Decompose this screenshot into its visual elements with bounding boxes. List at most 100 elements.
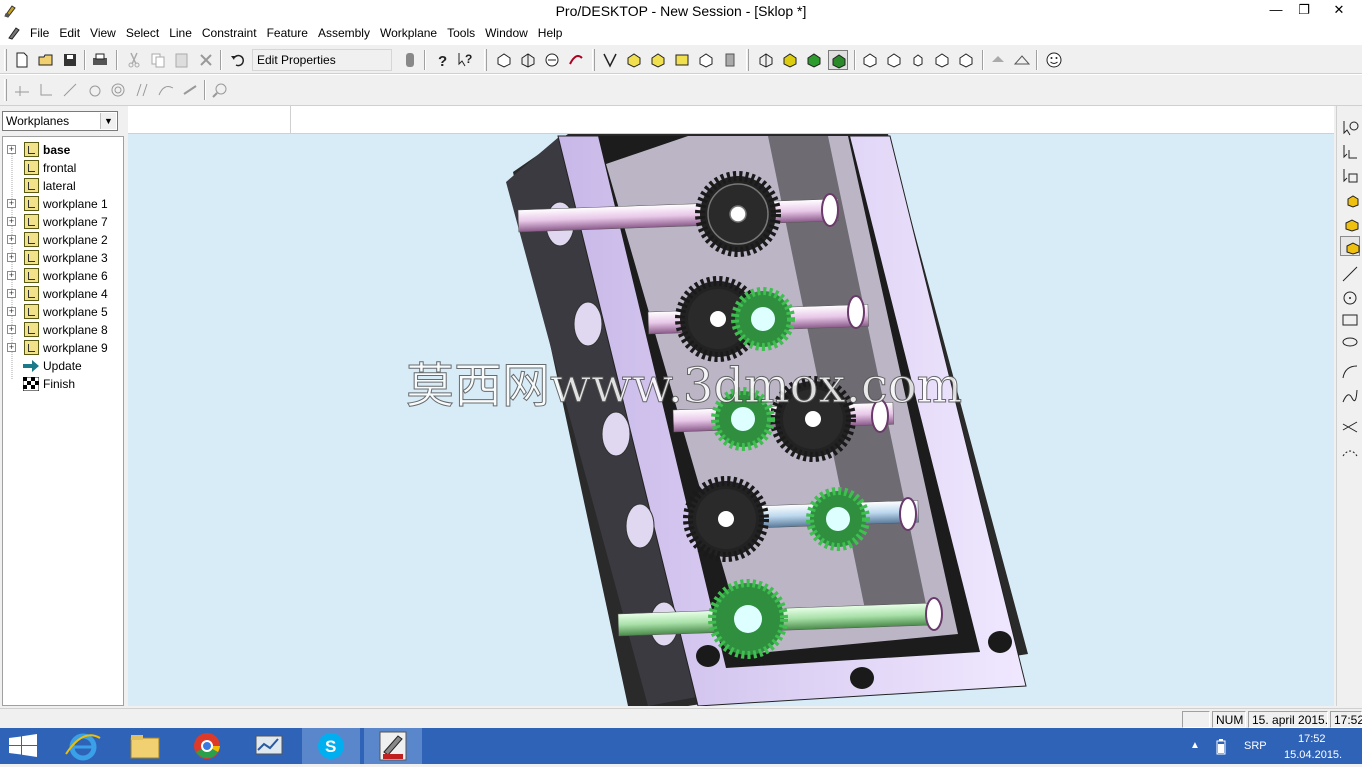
chevron-down-icon[interactable]: ▼ (100, 113, 116, 129)
menu-view[interactable]: View (90, 25, 124, 41)
edit-properties-field[interactable]: Edit Properties (252, 49, 392, 71)
language-indicator[interactable]: SRP (1244, 740, 1267, 752)
tree-item-lateral[interactable]: lateral (3, 177, 123, 195)
help-icon[interactable]: ? (432, 50, 452, 70)
copy-icon[interactable] (148, 50, 168, 70)
tree-item-workplane-5[interactable]: + workplane 5 (3, 303, 123, 321)
tree-item-workplane-2[interactable]: + workplane 2 (3, 231, 123, 249)
view-top-icon[interactable] (884, 50, 904, 70)
new-file-icon[interactable] (12, 50, 32, 70)
save-icon[interactable] (60, 50, 80, 70)
tree-item-workplane-7[interactable]: + workplane 7 (3, 213, 123, 231)
part-tool-icon[interactable] (1340, 214, 1360, 234)
enhanced-icon[interactable] (804, 50, 824, 70)
sketch-tool-icon[interactable] (1340, 166, 1360, 186)
tree-item-workplane-4[interactable]: + workplane 4 (3, 285, 123, 303)
menu-tools[interactable]: Tools (447, 25, 483, 41)
document-menu-icon[interactable] (6, 25, 22, 41)
expand-icon[interactable]: + (7, 289, 16, 298)
expand-icon[interactable]: + (7, 145, 16, 154)
workplanes-dropdown[interactable]: Workplanes ▼ (2, 111, 118, 131)
menu-assembly[interactable]: Assembly (318, 25, 378, 41)
trim-tool-icon[interactable] (1340, 418, 1360, 438)
ellipse-tool-icon[interactable] (1340, 332, 1360, 352)
select-features-icon[interactable] (648, 50, 668, 70)
menu-constraint[interactable]: Constraint (202, 25, 265, 41)
view-iso-icon[interactable] (932, 50, 952, 70)
select-parts-icon[interactable] (672, 50, 692, 70)
select-edges-icon[interactable] (600, 50, 620, 70)
zoom-find-icon[interactable] (210, 80, 230, 100)
tree-item-update[interactable]: Update (3, 357, 123, 375)
constraint-tangent-icon[interactable] (12, 80, 32, 100)
constraint-radius-icon[interactable] (84, 80, 104, 100)
properties-icon[interactable] (400, 50, 420, 70)
start-button[interactable] (0, 728, 46, 764)
view-trimetric-icon[interactable] (956, 50, 976, 70)
menu-select[interactable]: Select (126, 25, 167, 41)
feature-tool-icon[interactable] (1340, 190, 1360, 210)
spline-tool-icon[interactable] (1340, 386, 1360, 406)
tree-item-workplane-1[interactable]: + workplane 1 (3, 195, 123, 213)
tree-item-workplane-6[interactable]: + workplane 6 (3, 267, 123, 285)
expand-icon[interactable]: + (7, 271, 16, 280)
light-icon[interactable] (1012, 50, 1032, 70)
expand-icon[interactable]: + (7, 343, 16, 352)
smiley-icon[interactable] (1044, 50, 1064, 70)
select-components-icon[interactable] (696, 50, 716, 70)
constraint-perpendicular-icon[interactable] (36, 80, 56, 100)
shadow-icon[interactable] (988, 50, 1008, 70)
expand-icon[interactable]: + (7, 235, 16, 244)
open-folder-icon[interactable] (36, 50, 56, 70)
gearbox-model[interactable]: 莫西网www.3dmox.com (128, 134, 1334, 706)
tree-item-workplane-9[interactable]: + workplane 9 (3, 339, 123, 357)
menu-line[interactable]: Line (169, 25, 200, 41)
maximize-button[interactable]: ❐ (1290, 0, 1318, 22)
minimize-button[interactable]: — (1262, 0, 1290, 22)
network-app-button[interactable] (240, 728, 298, 764)
tree-item-workplane-3[interactable]: + workplane 3 (3, 249, 123, 267)
battery-icon[interactable] (1216, 739, 1226, 755)
photorealistic-icon[interactable] (828, 50, 848, 70)
menu-help[interactable]: Help (538, 25, 571, 41)
circle-tool-icon[interactable] (1340, 288, 1360, 308)
constraint-parallel-icon[interactable] (132, 80, 152, 100)
paste-icon[interactable] (172, 50, 192, 70)
delete-icon[interactable] (196, 50, 216, 70)
menu-edit[interactable]: Edit (59, 25, 88, 41)
expand-icon[interactable]: + (7, 199, 16, 208)
wireframe-icon[interactable] (756, 50, 776, 70)
view-pan-icon[interactable] (518, 50, 538, 70)
close-button[interactable]: ✕ (1316, 0, 1362, 22)
clock-date[interactable]: 15.04.2015. (1284, 749, 1342, 761)
select-pointer-icon[interactable] (1340, 118, 1360, 138)
toolbar-grip[interactable] (4, 49, 7, 71)
3d-viewport[interactable]: 莫西网www.3dmox.com (128, 134, 1334, 706)
prodesktop-button[interactable] (364, 728, 422, 764)
file-explorer-button[interactable] (116, 728, 174, 764)
constraint-spline-icon[interactable] (156, 80, 176, 100)
view-fly-icon[interactable] (566, 50, 586, 70)
internet-explorer-button[interactable] (54, 728, 112, 764)
shaded-icon[interactable] (780, 50, 800, 70)
toolbar-grip-2[interactable] (4, 79, 7, 101)
line-tool-icon[interactable] (1340, 264, 1360, 284)
menu-window[interactable]: Window (485, 25, 536, 41)
undo-icon[interactable] (228, 50, 248, 70)
context-help-icon[interactable]: ? (456, 50, 476, 70)
expand-icon[interactable]: + (7, 253, 16, 262)
clock-time[interactable]: 17:52 (1298, 733, 1326, 745)
tree-item-finish[interactable]: Finish (3, 375, 123, 393)
view-rotate-icon[interactable] (494, 50, 514, 70)
menu-workplane[interactable]: Workplane (380, 25, 445, 41)
chrome-button[interactable] (178, 728, 236, 764)
tree-item-base[interactable]: + base (3, 141, 123, 159)
view-zoom-icon[interactable] (542, 50, 562, 70)
menu-feature[interactable]: Feature (267, 25, 316, 41)
tree-item-workplane-8[interactable]: + workplane 8 (3, 321, 123, 339)
menu-file[interactable]: File (30, 25, 57, 41)
select-constraints-icon[interactable] (720, 50, 740, 70)
arc-tool-icon[interactable] (1340, 362, 1360, 382)
tray-up-arrow-icon[interactable]: ▲ (1190, 740, 1200, 751)
cut-icon[interactable] (124, 50, 144, 70)
